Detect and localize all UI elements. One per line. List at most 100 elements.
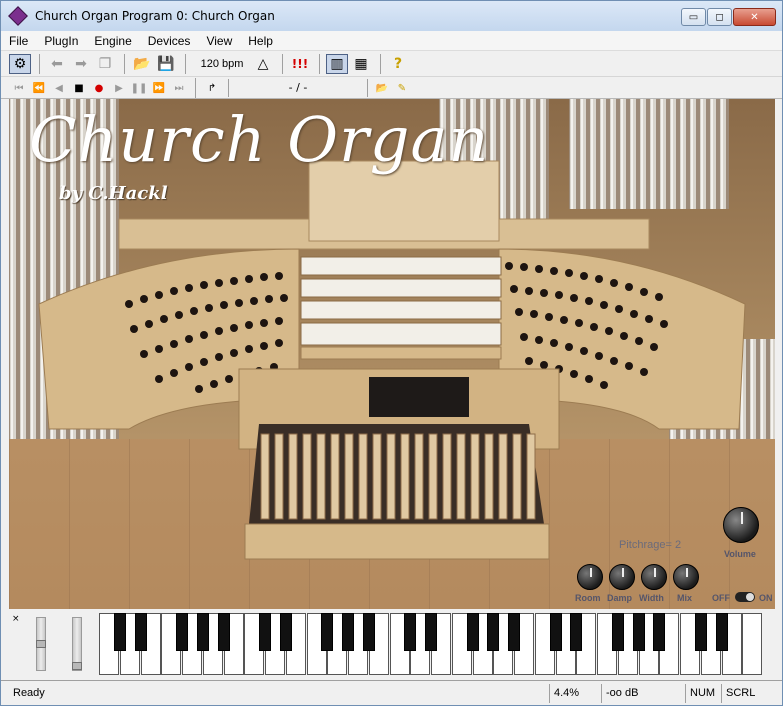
back-arrow-icon[interactable]: ⬅	[46, 54, 68, 74]
close-button[interactable]: ✕	[733, 8, 776, 26]
power-switch[interactable]	[735, 592, 755, 602]
black-key[interactable]	[549, 613, 562, 651]
black-key[interactable]	[217, 613, 230, 651]
black-key[interactable]	[362, 613, 375, 651]
record-icon[interactable]: ●	[89, 79, 109, 97]
pitchrange-label: Pitchrage= 2	[619, 539, 682, 551]
width-label: Width	[639, 593, 664, 603]
instrument-title: Church Organ	[29, 103, 490, 176]
window-title: Church Organ Program 0: Church Organ	[35, 9, 275, 23]
volume-knob[interactable]	[723, 507, 759, 543]
transport-toolbar: ⏮ ⏪ ◀ ■ ● ▶ ❚❚ ⏩ ⏭ ↱ - / - 📂 ✎	[1, 78, 782, 99]
open-file-icon[interactable]: 📂	[372, 79, 392, 97]
play-icon[interactable]: ▶	[109, 79, 129, 97]
status-bar: Ready 4.4% -oo dB NUM SCRL	[1, 680, 782, 705]
maximize-button[interactable]: ◻	[707, 8, 732, 26]
black-key[interactable]	[321, 613, 334, 651]
copy-icon[interactable]: ❐	[94, 54, 116, 74]
app-window: Church Organ Program 0: Church Organ ▭ ◻…	[0, 0, 783, 706]
width-knob[interactable]	[641, 564, 667, 590]
black-key[interactable]	[611, 613, 624, 651]
stop-icon[interactable]: ■	[69, 79, 89, 97]
black-key[interactable]	[715, 613, 728, 651]
plugin-editor-icon[interactable]: ▦	[350, 54, 372, 74]
organ-bench	[244, 523, 550, 560]
damp-knob[interactable]	[609, 564, 635, 590]
panic-button[interactable]: !!!	[289, 54, 311, 74]
toolbar-separator	[380, 54, 381, 74]
menu-devices[interactable]: Devices	[140, 34, 199, 48]
room-knob[interactable]	[577, 564, 603, 590]
toolbar-separator	[185, 54, 186, 74]
white-key[interactable]	[742, 613, 763, 675]
menu-plugin[interactable]: PlugIn	[36, 34, 86, 48]
black-key[interactable]	[279, 613, 292, 651]
step-back-icon[interactable]: ◀	[49, 79, 69, 97]
switch-off-label: OFF	[712, 593, 730, 603]
pitch-wheel[interactable]	[36, 617, 46, 671]
black-key[interactable]	[134, 613, 147, 651]
damp-label: Damp	[607, 593, 633, 603]
black-key[interactable]	[632, 613, 645, 651]
black-key[interactable]	[404, 613, 417, 651]
position-display: - / -	[228, 79, 368, 97]
close-keyboard-button[interactable]: ×	[12, 614, 20, 624]
menu-help[interactable]: Help	[240, 34, 281, 48]
minimize-button[interactable]: ▭	[681, 8, 706, 26]
volume-label: Volume	[724, 549, 756, 559]
edit-icon[interactable]: ✎	[392, 79, 412, 97]
modulation-wheel[interactable]	[72, 617, 82, 671]
mix-label: Mix	[677, 593, 693, 603]
pause-icon[interactable]: ❚❚	[129, 79, 149, 97]
black-key[interactable]	[113, 613, 126, 651]
black-key[interactable]	[570, 613, 583, 651]
black-key[interactable]	[466, 613, 479, 651]
window-controls: ▭ ◻ ✕	[680, 8, 776, 26]
black-key[interactable]	[176, 613, 188, 651]
toolbar-separator	[39, 54, 40, 74]
level-meter: -oo dB	[601, 684, 681, 703]
metronome-icon[interactable]: △	[252, 54, 274, 74]
black-key[interactable]	[342, 613, 354, 651]
menu-bar: File PlugIn Engine Devices View Help	[1, 31, 782, 51]
plugin-tools-icon[interactable]: ⚙	[9, 54, 31, 74]
keyboard-panel: ×	[9, 611, 775, 677]
toolbar-separator	[282, 54, 283, 74]
app-diamond-icon	[8, 6, 28, 26]
black-key[interactable]	[508, 613, 520, 651]
organ-manuals	[300, 256, 502, 360]
menu-engine[interactable]: Engine	[86, 34, 139, 48]
tempo-display[interactable]: 120 bpm	[192, 58, 252, 70]
fast-forward-icon[interactable]: ⏩	[149, 79, 169, 97]
scrl-indicator: SCRL	[721, 684, 761, 703]
loop-icon[interactable]: ↱	[202, 79, 222, 97]
swell-pedals	[369, 377, 469, 417]
menu-file[interactable]: File	[1, 34, 36, 48]
rewind-start-icon[interactable]: ⏮	[9, 79, 29, 97]
black-key[interactable]	[487, 613, 500, 651]
right-upper-pipes	[569, 99, 729, 209]
rewind-icon[interactable]: ⏪	[29, 79, 49, 97]
open-folder-icon[interactable]: 📂	[131, 54, 153, 74]
virtual-keyboard[interactable]	[99, 613, 763, 675]
mix-knob[interactable]	[673, 564, 699, 590]
keyboard-toggle-icon[interactable]: ▥	[326, 54, 348, 74]
menu-view[interactable]: View	[198, 34, 240, 48]
toolbar-separator	[124, 54, 125, 74]
black-key[interactable]	[196, 613, 209, 651]
forward-arrow-icon[interactable]: ➡	[70, 54, 92, 74]
black-key[interactable]	[425, 613, 437, 651]
black-key[interactable]	[653, 613, 666, 651]
title-bar[interactable]: Church Organ Program 0: Church Organ ▭ ◻…	[1, 1, 782, 31]
save-icon[interactable]: 💾	[155, 54, 177, 74]
main-toolbar: ⚙ ⬅ ➡ ❐ 📂 💾 120 bpm △ !!! ▥ ▦ ?	[1, 52, 782, 77]
instrument-panel: Church Organ by C.Hackl Pitchrage= 2 Vol…	[9, 99, 775, 609]
switch-on-label: ON	[759, 593, 773, 603]
instrument-author: by C.Hackl	[59, 183, 168, 204]
black-key[interactable]	[694, 613, 707, 651]
help-button[interactable]: ?	[387, 54, 409, 74]
toolbar-separator	[319, 54, 320, 74]
status-text: Ready	[13, 687, 45, 699]
black-key[interactable]	[259, 613, 271, 651]
forward-end-icon[interactable]: ⏭	[169, 79, 189, 97]
